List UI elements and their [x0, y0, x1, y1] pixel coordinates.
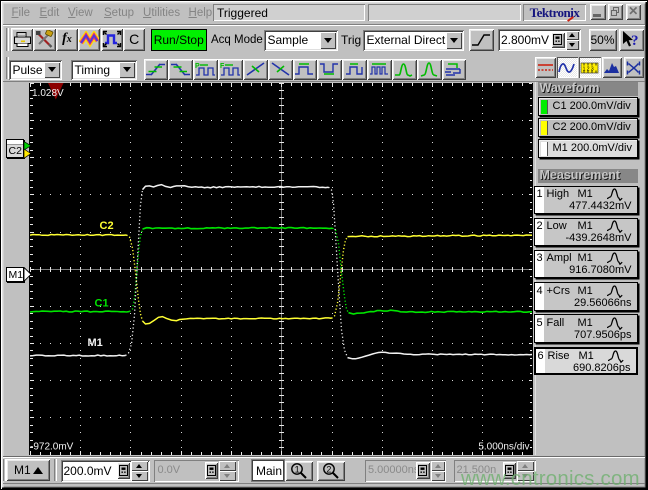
svg-text:1.028V: 1.028V	[32, 88, 64, 99]
svg-text:1: 1	[294, 465, 299, 475]
svg-text:C2: C2	[99, 220, 113, 232]
svg-text:-972.0mV: -972.0mV	[30, 442, 74, 453]
svg-text:M1: M1	[87, 337, 102, 349]
svg-text:5.000ns/div: 5.000ns/div	[478, 442, 529, 453]
svg-text:2: 2	[326, 465, 331, 475]
svg-text:C1: C1	[94, 298, 108, 310]
svg-text:?: ?	[631, 33, 639, 49]
svg-text:1 2 3: 1 2 3	[583, 66, 594, 72]
